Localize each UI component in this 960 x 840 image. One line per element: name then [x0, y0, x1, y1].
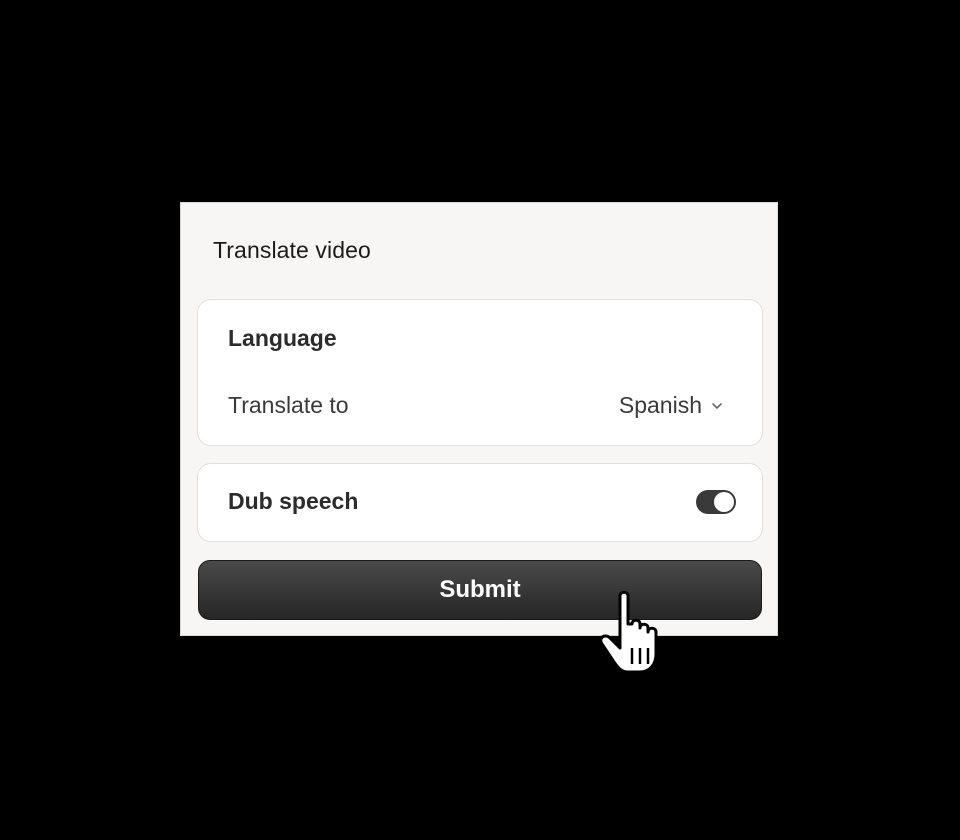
language-select-value: Spanish: [618, 392, 702, 418]
translate-to-label: Translate to: [228, 392, 349, 418]
dialog-title: Translate video: [213, 237, 371, 263]
language-heading: Language: [228, 325, 337, 351]
dub-speech-card: Dub speech: [197, 463, 763, 542]
translate-video-dialog: Translate video Language Translate to Sp…: [180, 202, 778, 636]
language-card: Language Translate to Spanish: [197, 299, 763, 446]
submit-button[interactable]: Submit: [198, 560, 762, 620]
dub-speech-label: Dub speech: [228, 488, 359, 514]
language-select[interactable]: Spanish: [619, 392, 724, 419]
dub-speech-toggle[interactable]: [696, 490, 736, 514]
screen-background: Translate video Language Translate to Sp…: [0, 0, 960, 840]
chevron-down-icon: [710, 399, 724, 413]
toggle-knob: [714, 492, 734, 512]
